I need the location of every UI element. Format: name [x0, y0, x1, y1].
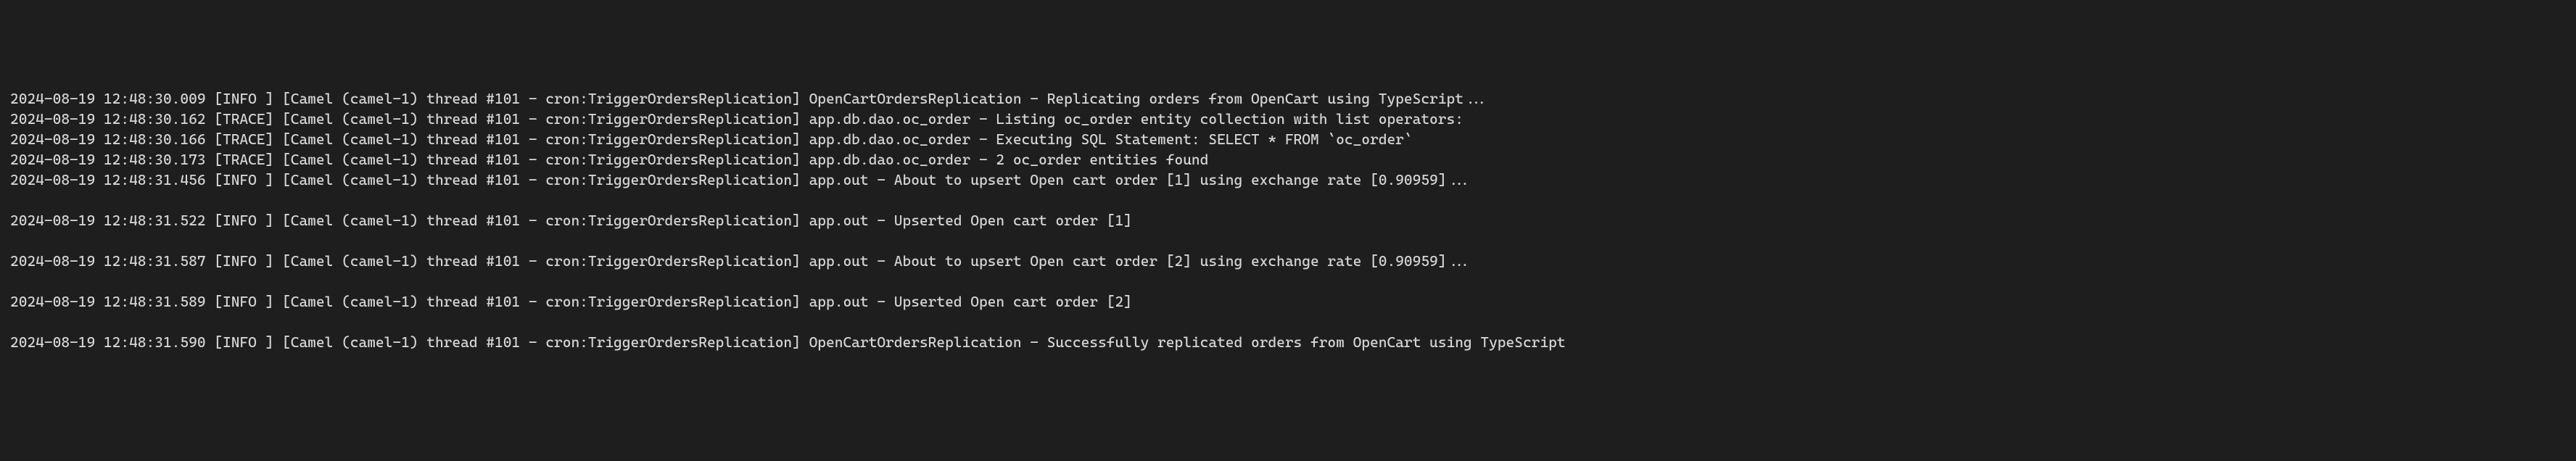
log-line: 2024-08-19 12:48:30.162 [TRACE] [Camel (…	[10, 109, 2566, 129]
log-line: 2024-08-19 12:48:30.173 [TRACE] [Camel (…	[10, 149, 2566, 170]
log-line: 2024-08-19 12:48:31.522 [INFO ] [Camel (…	[10, 210, 2566, 230]
log-line: 2024-08-19 12:48:31.589 [INFO ] [Camel (…	[10, 291, 2566, 312]
log-blank-line	[10, 230, 2566, 251]
log-line: 2024-08-19 12:48:31.587 [INFO ] [Camel (…	[10, 251, 2566, 271]
log-line: 2024-08-19 12:48:31.456 [INFO ] [Camel (…	[10, 170, 2566, 190]
log-blank-line	[10, 312, 2566, 332]
log-line: 2024-08-19 12:48:30.009 [INFO ] [Camel (…	[10, 88, 2566, 109]
log-line: 2024-08-19 12:48:30.166 [TRACE] [Camel (…	[10, 129, 2566, 149]
log-blank-line	[10, 271, 2566, 291]
log-line: 2024-08-19 12:48:31.590 [INFO ] [Camel (…	[10, 332, 2566, 352]
log-blank-line	[10, 190, 2566, 210]
